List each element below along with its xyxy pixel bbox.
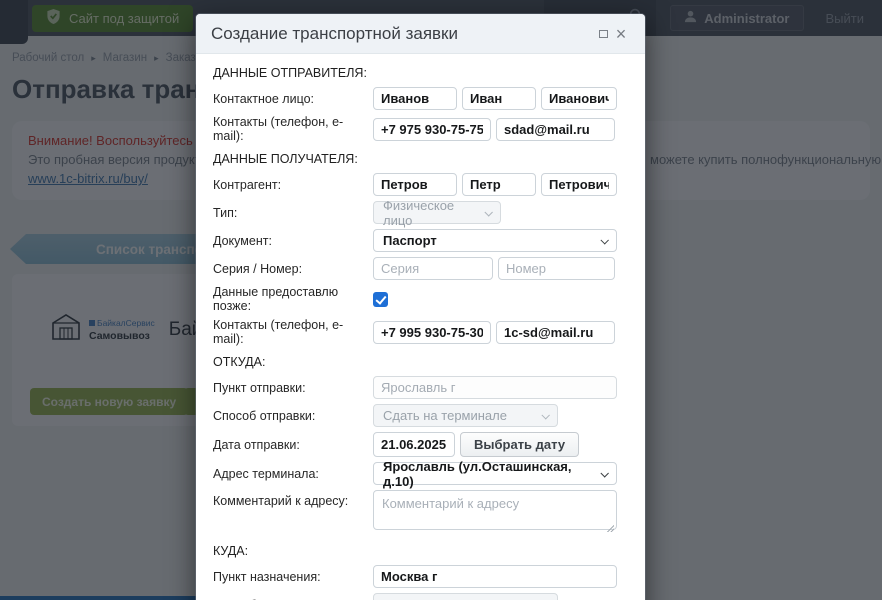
recipient-contacts-label: Контакты (телефон, e-mail): bbox=[213, 318, 373, 346]
chevron-down-icon bbox=[600, 236, 608, 244]
section-from-header: ОТКУДА: bbox=[213, 355, 629, 369]
departure-method-label: Способ отправки: bbox=[213, 409, 373, 423]
recipient-middle-name-input[interactable] bbox=[541, 173, 617, 196]
section-to-header: КУДА: bbox=[213, 544, 629, 558]
recipient-phone-input[interactable] bbox=[373, 321, 491, 344]
series-number-label: Серия / Номер: bbox=[213, 262, 373, 276]
screen: Сайт под защитой Administrator Выйти bbox=[0, 0, 882, 600]
sender-middle-name-input[interactable] bbox=[541, 87, 617, 110]
section-sender-header: ДАННЫЕ ОТПРАВИТЕЛЯ: bbox=[213, 66, 629, 80]
departure-point-label: Пункт отправки: bbox=[213, 381, 373, 395]
terminal-address-select[interactable]: Ярославль (ул.Осташинская, д.10) bbox=[373, 462, 617, 485]
create-transport-request-modal: Создание транспортной заявки × ДАННЫЕ ОТ… bbox=[196, 14, 645, 600]
delivery-method-select[interactable]: Получить на терминале bbox=[373, 593, 558, 600]
departure-point-input[interactable] bbox=[373, 376, 617, 399]
close-button[interactable]: × bbox=[612, 25, 630, 43]
chevron-down-icon bbox=[541, 411, 549, 419]
document-select[interactable]: Паспорт bbox=[373, 229, 617, 252]
sender-phone-input[interactable] bbox=[373, 118, 491, 141]
recipient-type-select[interactable]: Физическое лицо bbox=[373, 201, 501, 224]
modal-title: Создание транспортной заявки bbox=[211, 24, 594, 44]
destination-point-label: Пункт назначения: bbox=[213, 570, 373, 584]
chevron-down-icon bbox=[485, 208, 493, 216]
sender-first-name-input[interactable] bbox=[462, 87, 536, 110]
departure-date-label: Дата отправки: bbox=[213, 438, 373, 452]
modal-header: Создание транспортной заявки × bbox=[196, 14, 645, 54]
sender-email-input[interactable] bbox=[496, 118, 615, 141]
chevron-down-icon bbox=[601, 469, 609, 477]
provide-later-checkbox[interactable] bbox=[373, 292, 388, 307]
maximize-button[interactable] bbox=[594, 25, 612, 43]
provide-later-label: Данные предоставлю позже: bbox=[213, 285, 373, 313]
sender-contacts-label: Контакты (телефон, e-mail): bbox=[213, 115, 373, 143]
recipient-first-name-input[interactable] bbox=[462, 173, 536, 196]
terminal-address-label: Адрес терминала: bbox=[213, 467, 373, 481]
number-input[interactable] bbox=[498, 257, 615, 280]
recipient-email-input[interactable] bbox=[496, 321, 615, 344]
section-recipient-header: ДАННЫЕ ПОЛУЧАТЕЛЯ: bbox=[213, 152, 629, 166]
modal-body: ДАННЫЕ ОТПРАВИТЕЛЯ: Контактное лицо: Кон… bbox=[196, 54, 645, 600]
maximize-icon bbox=[599, 30, 608, 38]
destination-point-input[interactable] bbox=[373, 565, 617, 588]
recipient-type-label: Тип: bbox=[213, 206, 373, 220]
address-comment-label: Комментарий к адресу: bbox=[213, 490, 373, 508]
departure-method-select[interactable]: Сдать на терминале bbox=[373, 404, 558, 427]
sender-contact-label: Контактное лицо: bbox=[213, 92, 373, 106]
departure-pick-date-button[interactable]: Выбрать дату bbox=[460, 432, 579, 457]
departure-date-input[interactable] bbox=[373, 432, 455, 457]
recipient-contractor-label: Контрагент: bbox=[213, 178, 373, 192]
close-icon: × bbox=[616, 25, 627, 43]
address-comment-textarea[interactable] bbox=[373, 490, 617, 530]
sender-last-name-input[interactable] bbox=[373, 87, 457, 110]
recipient-last-name-input[interactable] bbox=[373, 173, 457, 196]
document-label: Документ: bbox=[213, 234, 373, 248]
series-input[interactable] bbox=[373, 257, 493, 280]
